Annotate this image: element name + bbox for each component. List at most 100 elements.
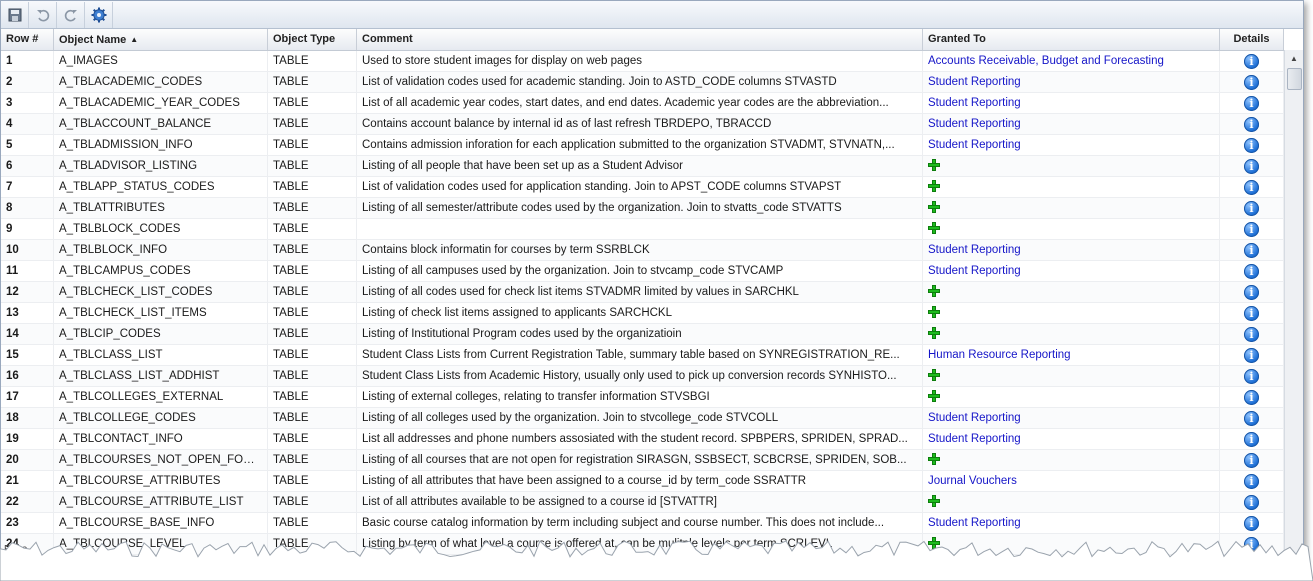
granted-to-link[interactable]: Student Reporting [923,72,1220,92]
settings-button[interactable] [85,1,113,28]
table-row[interactable]: 20 A_TBLCOURSES_NOT_OPEN_FOR_R... TABLE Lis… [1,450,1284,471]
add-grant-plus-icon[interactable] [928,201,940,213]
info-icon[interactable]: i [1244,263,1259,279]
comment-cell: Contains account balance by internal id … [357,114,923,134]
comment-cell: Contains block informatin for courses by… [357,240,923,260]
add-grant-plus-icon[interactable] [928,306,940,318]
info-icon[interactable]: i [1244,158,1259,174]
info-icon[interactable]: i [1244,221,1259,237]
granted-to-link[interactable]: Student Reporting [923,513,1220,533]
table-row[interactable]: 6 A_TBLADVISOR_LISTING TABLE Listing of all… [1,156,1284,177]
add-grant-plus-icon[interactable] [928,453,940,465]
granted-to-cell [923,156,1220,176]
add-grant-plus-icon[interactable] [928,369,940,381]
add-grant-plus-icon[interactable] [928,222,940,234]
table-row[interactable]: 9 A_TBLBLOCK_CODES TABLE i [1,219,1284,240]
add-grant-plus-icon[interactable] [928,495,940,507]
comment-cell: Used to store student images for display… [357,51,923,71]
add-grant-plus-icon[interactable] [928,180,940,192]
table-row[interactable]: 2 A_TBLACADEMIC_CODES TABLE List of validat… [1,72,1284,93]
table-row[interactable]: 18 A_TBLCOLLEGE_CODES TABLE Listing of all … [1,408,1284,429]
save-button[interactable] [1,1,29,28]
info-icon[interactable]: i [1244,179,1259,195]
details-cell: i [1220,93,1284,113]
column-header-object-type[interactable]: Object Type [268,29,357,50]
table-row[interactable]: 19 A_TBLCONTACT_INFO TABLE List all address… [1,429,1284,450]
object-type-cell: TABLE [268,324,357,344]
column-header-comment[interactable]: Comment [357,29,923,50]
granted-to-link[interactable]: Student Reporting [923,240,1220,260]
table-row[interactable]: 14 A_TBLCIP_CODES TABLE Listing of Institut… [1,324,1284,345]
granted-to-link[interactable]: Student Reporting [923,261,1220,281]
details-cell: i [1220,492,1284,512]
granted-to-link[interactable]: Accounts Receivable, Budget and Forecast… [923,51,1220,71]
info-icon[interactable]: i [1244,326,1259,342]
add-grant-plus-icon[interactable] [928,390,940,402]
info-icon[interactable]: i [1244,242,1259,258]
info-icon[interactable]: i [1244,200,1259,216]
granted-to-link[interactable]: Journal Vouchers [923,471,1220,491]
scroll-up-icon[interactable]: ▲ [1285,50,1303,67]
object-name-cell: A_TBLCLASS_LIST [54,345,268,365]
add-grant-plus-icon[interactable] [928,285,940,297]
info-icon[interactable]: i [1244,494,1259,510]
granted-to-link[interactable]: Human Resource Reporting [923,345,1220,365]
table-row[interactable]: 10 A_TBLBLOCK_INFO TABLE Contains block inf… [1,240,1284,261]
details-cell: i [1220,303,1284,323]
add-grant-plus-icon[interactable] [928,327,940,339]
table-row[interactable]: 22 A_TBLCOURSE_ATTRIBUTE_LIST TABLE List of… [1,492,1284,513]
column-header-object-name-label: Object Name [59,34,127,46]
table-row[interactable]: 4 A_TBLACCOUNT_BALANCE TABLE Contains accou… [1,114,1284,135]
undo-button[interactable] [29,1,57,28]
info-icon[interactable]: i [1244,347,1259,363]
details-cell: i [1220,408,1284,428]
table-row[interactable]: 15 A_TBLCLASS_LIST TABLE Student Class List… [1,345,1284,366]
table-row[interactable]: 3 A_TBLACADEMIC_YEAR_CODES TABLE List of al… [1,93,1284,114]
info-icon[interactable]: i [1244,95,1259,111]
table-row[interactable]: 1 A_IMAGES TABLE Used to store student imag… [1,51,1284,72]
table-row[interactable]: 13 A_TBLCHECK_LIST_ITEMS TABLE Listing of c… [1,303,1284,324]
granted-to-link[interactable]: Student Reporting [923,408,1220,428]
info-icon[interactable]: i [1244,305,1259,321]
add-grant-plus-icon[interactable] [928,159,940,171]
column-header-granted-to[interactable]: Granted To [923,29,1220,50]
granted-to-link[interactable]: Student Reporting [923,93,1220,113]
comment-cell: Listing of check list items assigned to … [357,303,923,323]
column-header-object-name[interactable]: Object Name ▲ [54,29,268,50]
granted-to-link[interactable]: Student Reporting [923,135,1220,155]
info-icon[interactable]: i [1244,452,1259,468]
granted-to-link[interactable]: Student Reporting [923,114,1220,134]
info-icon[interactable]: i [1244,137,1259,153]
scrollbar-thumb[interactable] [1287,68,1302,90]
info-icon[interactable]: i [1244,410,1259,426]
table-row[interactable]: 16 A_TBLCLASS_LIST_ADDHIST TABLE Student Cl… [1,366,1284,387]
info-icon[interactable]: i [1244,74,1259,90]
row-number-cell: 12 [1,282,54,302]
table-row[interactable]: 17 A_TBLCOLLEGES_EXTERNAL TABLE Listing of … [1,387,1284,408]
info-icon[interactable]: i [1244,473,1259,489]
info-icon[interactable]: i [1244,515,1259,531]
info-icon[interactable]: i [1244,284,1259,300]
granted-to-link[interactable]: Student Reporting [923,429,1220,449]
table-row[interactable]: 23 A_TBLCOURSE_BASE_INFO TABLE Basic course… [1,513,1284,534]
info-icon[interactable]: i [1244,116,1259,132]
table-row[interactable]: 11 A_TBLCAMPUS_CODES TABLE Listing of all c… [1,261,1284,282]
granted-to-cell [923,282,1220,302]
table-row[interactable]: 21 A_TBLCOURSE_ATTRIBUTES TABLE Listing of … [1,471,1284,492]
info-icon[interactable]: i [1244,368,1259,384]
vertical-scrollbar[interactable]: ▲ [1284,50,1303,561]
table-row[interactable]: 7 A_TBLAPP_STATUS_CODES TABLE List of valid… [1,177,1284,198]
table-row[interactable]: 8 A_TBLATTRIBUTES TABLE Listing of all seme… [1,198,1284,219]
object-type-cell: TABLE [268,282,357,302]
redo-button[interactable] [57,1,85,28]
column-header-details[interactable]: Details [1220,29,1284,50]
info-icon[interactable]: i [1244,53,1259,69]
table-row[interactable]: 12 A_TBLCHECK_LIST_CODES TABLE Listing of a… [1,282,1284,303]
info-icon[interactable]: i [1244,431,1259,447]
grid-body: 1 A_IMAGES TABLE Used to store student imag… [1,51,1284,561]
object-name-cell: A_TBLACADEMIC_CODES [54,72,268,92]
info-icon[interactable]: i [1244,389,1259,405]
save-icon [8,8,21,21]
table-row[interactable]: 5 A_TBLADMISSION_INFO TABLE Contains admiss… [1,135,1284,156]
column-header-row-number[interactable]: Row # [1,29,54,50]
